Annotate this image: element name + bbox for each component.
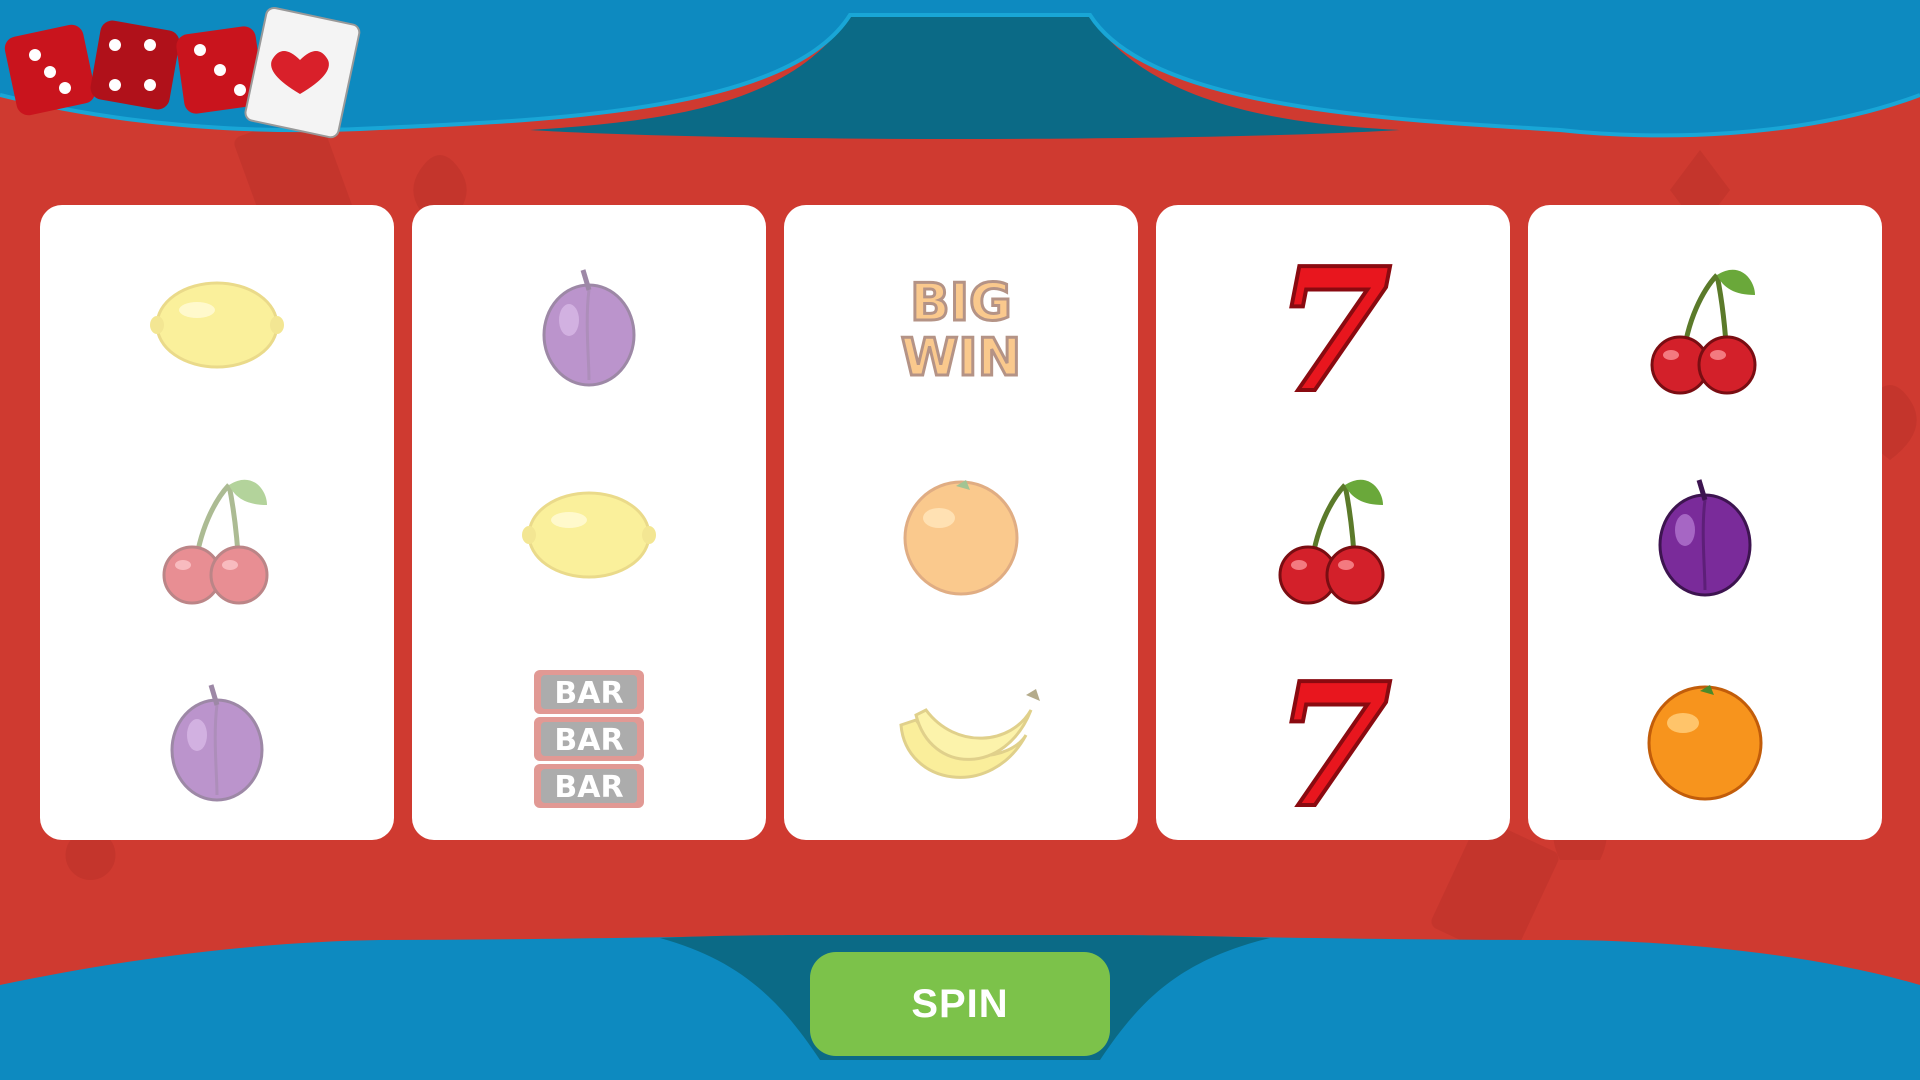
bar-label: BAR: [554, 770, 623, 805]
bar-label: BAR: [554, 676, 623, 711]
reel-1: [40, 205, 394, 840]
dice-icon: [90, 20, 180, 110]
dice-and-card-decoration: [4, 6, 361, 139]
cherry-icon: [117, 460, 317, 610]
orange-icon: [1647, 683, 1763, 801]
lemon-icon: [148, 281, 286, 369]
banana-icon: [899, 687, 1042, 779]
plum-icon: [489, 250, 689, 400]
orange-icon: [903, 478, 1019, 596]
seven-icon: 7: [1272, 250, 1394, 400]
big-win-icon: BIG WIN: [899, 272, 1022, 390]
playing-card-heart-icon: [244, 6, 361, 139]
seven-label: 7: [1274, 250, 1392, 400]
cherry-icon: [1233, 460, 1433, 610]
cherry-icon: [1605, 250, 1805, 400]
spin-button[interactable]: SPIN: [810, 952, 1110, 1056]
seven-label: 7: [1274, 665, 1392, 815]
seven-icon: 7: [1272, 665, 1394, 815]
lemon-icon: [520, 491, 658, 579]
win-label: WIN: [901, 328, 1021, 388]
dice-icon: [4, 24, 96, 116]
big-label: BIG: [910, 273, 1012, 333]
bar-label: BAR: [554, 723, 623, 758]
plum-icon: [1605, 460, 1805, 610]
reel-5: [1528, 205, 1882, 840]
triple-bar-icon: BAR BAR BAR: [534, 670, 644, 808]
reel-2: BAR BAR BAR: [412, 205, 766, 840]
plum-icon: [117, 665, 317, 815]
reel-3: BIG WIN: [784, 205, 1138, 840]
reel-4: 7 7: [1156, 205, 1510, 840]
